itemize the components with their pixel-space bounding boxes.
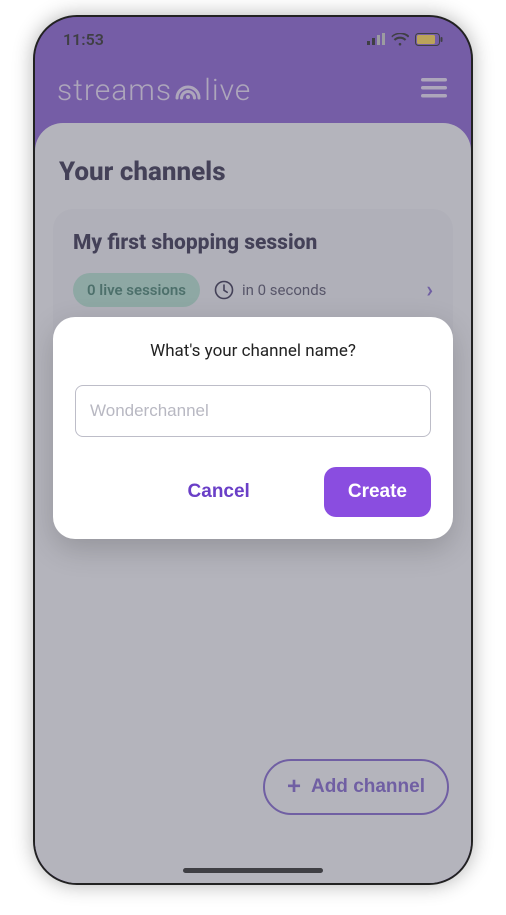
phone-frame: 11:53 streams live [33, 15, 473, 885]
dialog-actions: Cancel Create [75, 467, 431, 517]
channel-name-input[interactable] [75, 385, 431, 437]
create-button[interactable]: Create [324, 467, 431, 517]
dialog-title: What's your channel name? [75, 341, 431, 361]
channel-name-dialog: What's your channel name? Cancel Create [53, 317, 453, 539]
cancel-button[interactable]: Cancel [182, 471, 256, 513]
